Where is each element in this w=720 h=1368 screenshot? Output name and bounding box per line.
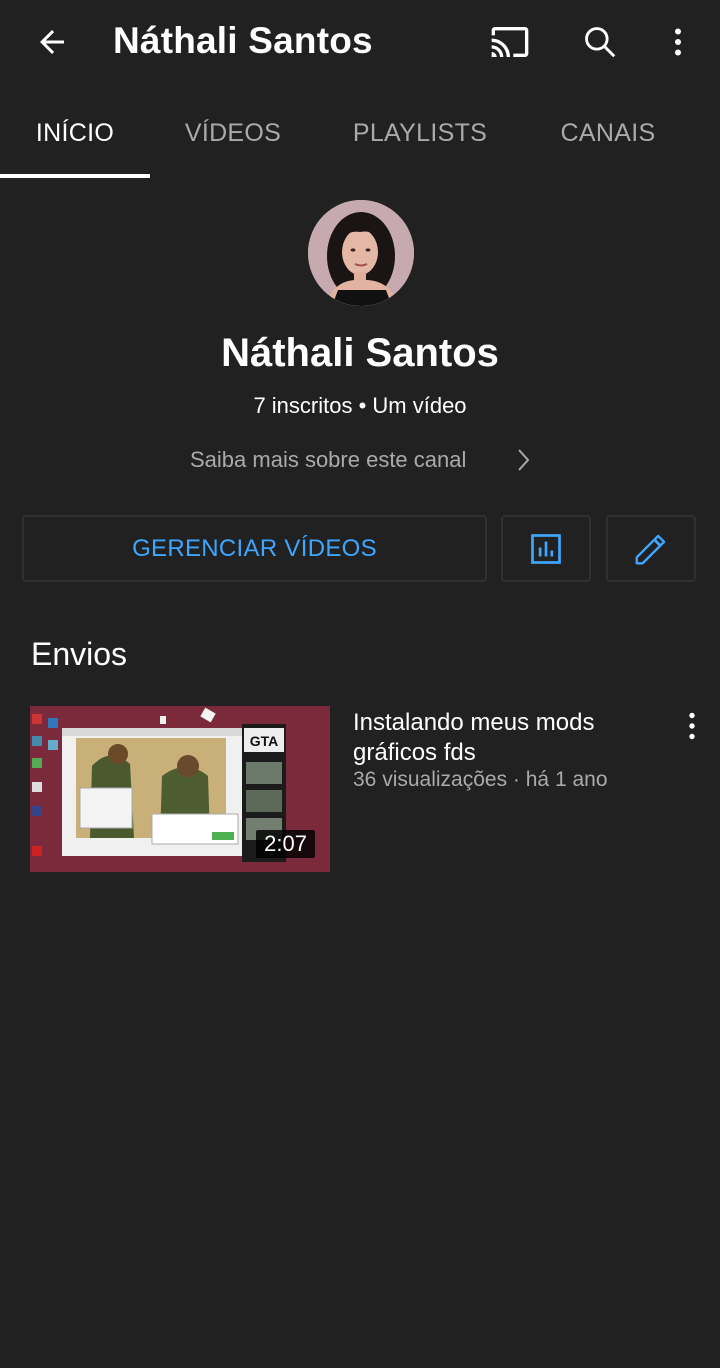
svg-text:GTA: GTA: [250, 733, 279, 749]
channel-name: Náthali Santos: [221, 331, 499, 375]
back-button[interactable]: [22, 14, 82, 70]
tab-playlists[interactable]: PLAYLISTS: [335, 88, 505, 178]
tab-inicio[interactable]: INÍCIO: [0, 88, 150, 178]
chevron-right-icon: [518, 449, 530, 471]
back-arrow-icon: [40, 30, 64, 54]
channel-avatar[interactable]: [308, 200, 414, 306]
analytics-button[interactable]: [501, 515, 591, 582]
tab-canais[interactable]: CANAIS: [533, 88, 683, 178]
app-bar-title: Náthali Santos: [113, 20, 373, 61]
video-meta: 36 visualizações · há 1 ano: [353, 768, 608, 791]
analytics-icon: [531, 533, 561, 564]
top-app-bar: Náthali Santos: [0, 0, 720, 88]
search-button[interactable]: [572, 14, 628, 70]
uploads-section-title: Envios: [31, 636, 128, 672]
video-title[interactable]: Instalando meus mods gráficos fds: [353, 708, 673, 768]
pencil-icon: [635, 534, 666, 564]
video-list-item[interactable]: GTA 2:07 Instalando meus mods gráficos f…: [30, 706, 720, 872]
more-options-button[interactable]: [650, 14, 706, 70]
avatar-image: [308, 200, 414, 306]
video-thumbnail[interactable]: GTA 2:07: [30, 706, 330, 872]
cast-icon: [491, 27, 529, 57]
video-more-button[interactable]: [680, 708, 704, 748]
cast-button[interactable]: [482, 14, 538, 70]
about-channel-link[interactable]: Saiba mais sobre este canal: [190, 440, 535, 480]
edit-channel-button[interactable]: [606, 515, 696, 582]
more-vert-icon: [689, 712, 695, 740]
about-link-label: Saiba mais sobre este canal: [190, 447, 467, 472]
video-duration: 2:07: [256, 830, 315, 858]
manage-videos-button[interactable]: GERENCIAR VÍDEOS: [22, 515, 487, 582]
search-icon: [585, 27, 616, 58]
channel-stats: 7 inscritos • Um vídeo: [253, 393, 467, 418]
more-vert-icon: [675, 28, 681, 56]
channel-tabs: INÍCIO VÍDEOS PLAYLISTS CANAIS: [0, 88, 720, 178]
tab-videos[interactable]: VÍDEOS: [158, 88, 308, 178]
